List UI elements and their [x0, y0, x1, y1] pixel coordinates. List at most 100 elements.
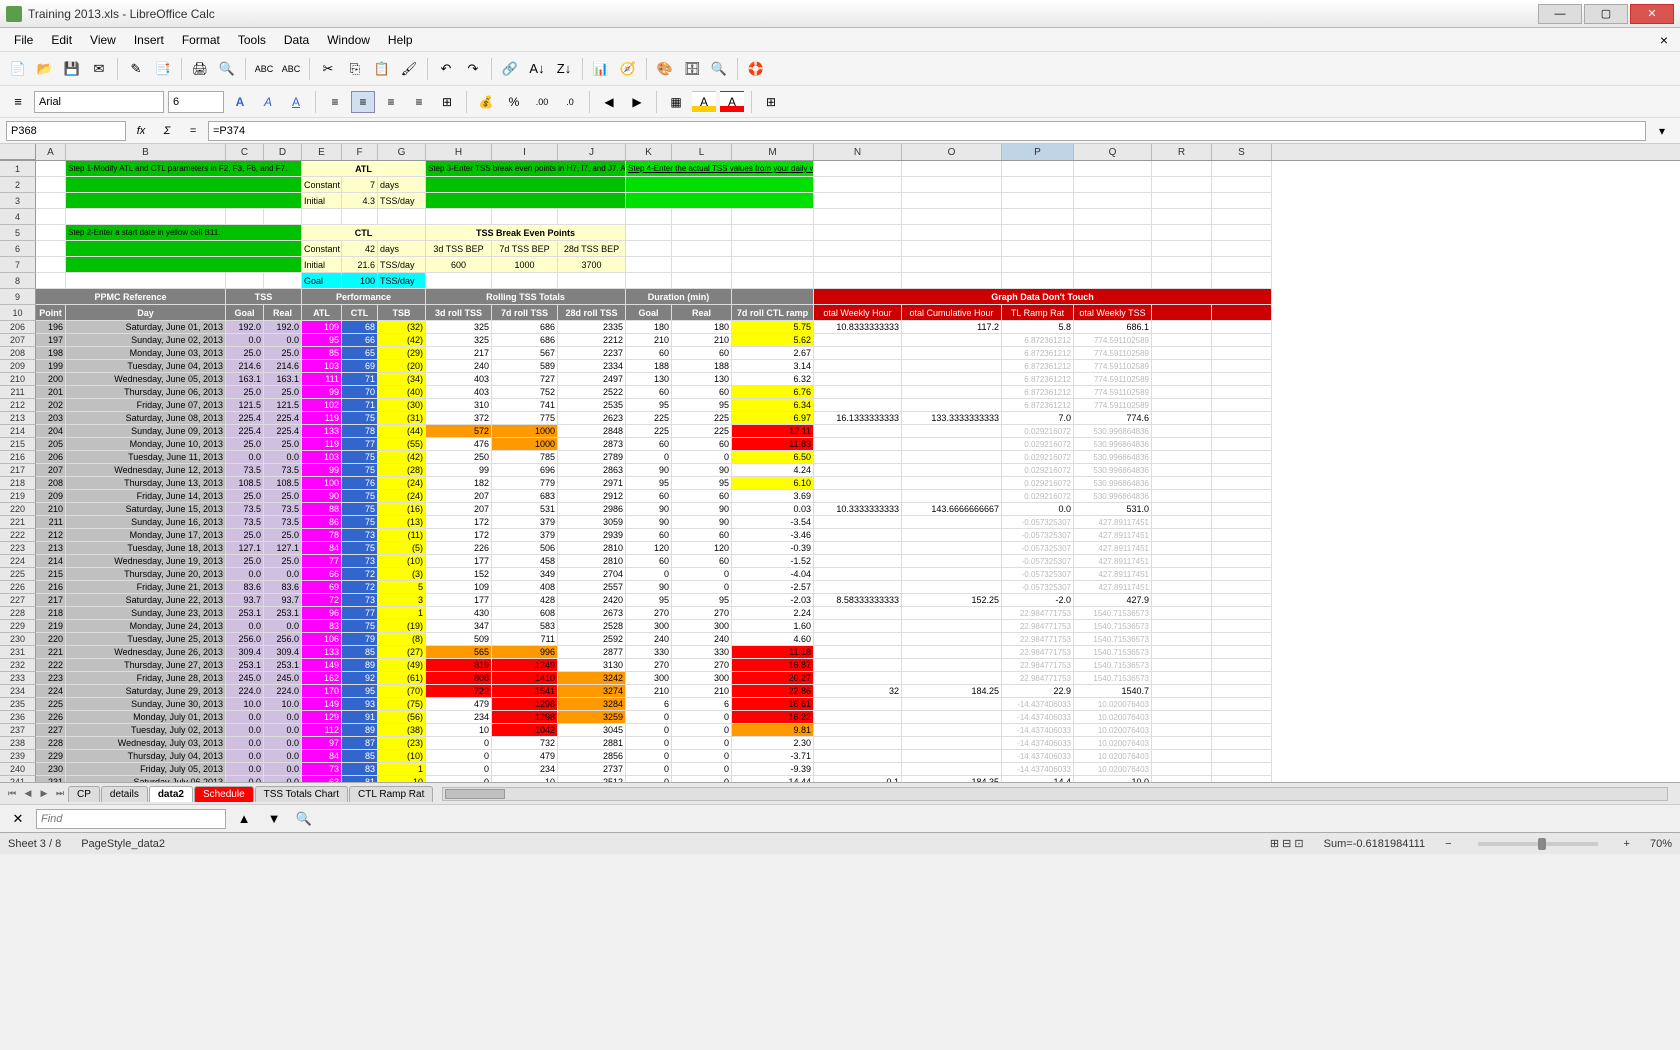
- cell[interactable]: 192.0: [226, 321, 264, 334]
- cell[interactable]: 2737: [558, 763, 626, 776]
- cell[interactable]: -14.4: [1002, 776, 1074, 782]
- cell[interactable]: 97: [302, 737, 342, 750]
- cell[interactable]: 774.591102589: [1074, 399, 1152, 412]
- cell[interactable]: 188: [672, 360, 732, 373]
- cell[interactable]: 608: [492, 607, 558, 620]
- cell[interactable]: 775: [492, 412, 558, 425]
- cell[interactable]: 3259: [558, 711, 626, 724]
- cell[interactable]: ATL: [302, 305, 342, 321]
- cell[interactable]: [1074, 241, 1152, 257]
- cell[interactable]: [226, 209, 264, 225]
- find-prev-icon[interactable]: ▲: [232, 807, 256, 831]
- minimize-button[interactable]: —: [1538, 4, 1582, 24]
- cell[interactable]: 330: [672, 646, 732, 659]
- cell[interactable]: 600: [426, 257, 492, 273]
- cell[interactable]: (49): [378, 659, 426, 672]
- cell[interactable]: (70): [378, 685, 426, 698]
- cell[interactable]: [1152, 763, 1212, 776]
- row-header-230[interactable]: 230: [0, 633, 36, 646]
- cell[interactable]: 0: [626, 776, 672, 782]
- cell[interactable]: 25.0: [226, 347, 264, 360]
- cell[interactable]: 0.0: [226, 711, 264, 724]
- zoom-slider[interactable]: [1478, 842, 1598, 846]
- cell[interactable]: [902, 620, 1002, 633]
- cell[interactable]: 3.69: [732, 490, 814, 503]
- row-header-218[interactable]: 218: [0, 477, 36, 490]
- cell[interactable]: [902, 672, 1002, 685]
- cell[interactable]: [626, 225, 672, 241]
- cell[interactable]: 2623: [558, 412, 626, 425]
- row-header-226[interactable]: 226: [0, 581, 36, 594]
- cell[interactable]: 210: [626, 334, 672, 347]
- cell[interactable]: [732, 273, 814, 289]
- col-header-J[interactable]: J: [558, 144, 626, 160]
- cell[interactable]: 127.1: [264, 542, 302, 555]
- cell[interactable]: 3700: [558, 257, 626, 273]
- col-header-P[interactable]: P: [1002, 144, 1074, 160]
- cell[interactable]: (10): [378, 750, 426, 763]
- cell[interactable]: 32: [814, 685, 902, 698]
- cell[interactable]: 7d roll TSS: [492, 305, 558, 321]
- cell[interactable]: [1212, 347, 1272, 360]
- cell[interactable]: 60: [672, 529, 732, 542]
- cell[interactable]: 1540.71536573: [1074, 659, 1152, 672]
- cell[interactable]: 20.27: [732, 672, 814, 685]
- row-header-3[interactable]: 3: [0, 193, 36, 209]
- cell[interactable]: 6.34: [732, 399, 814, 412]
- preview-icon[interactable]: 🔍: [215, 57, 239, 81]
- cell[interactable]: 686: [492, 334, 558, 347]
- cell[interactable]: 270: [626, 659, 672, 672]
- cell[interactable]: 192.0: [264, 321, 302, 334]
- cell[interactable]: 73: [302, 763, 342, 776]
- cell[interactable]: 205: [36, 438, 66, 451]
- bold-button[interactable]: A: [228, 91, 252, 113]
- cell[interactable]: 11.18: [732, 646, 814, 659]
- cell[interactable]: -0.39: [732, 542, 814, 555]
- cell[interactable]: 172: [426, 529, 492, 542]
- cell[interactable]: -0.057325307: [1002, 529, 1074, 542]
- cell[interactable]: [1152, 737, 1212, 750]
- col-header-S[interactable]: S: [1212, 144, 1272, 160]
- cell[interactable]: 83.6: [226, 581, 264, 594]
- find-input[interactable]: [36, 809, 226, 829]
- cell[interactable]: 184.35: [902, 776, 1002, 782]
- cell[interactable]: [1212, 360, 1272, 373]
- cell[interactable]: 2877: [558, 646, 626, 659]
- cell[interactable]: 90: [672, 516, 732, 529]
- cell[interactable]: [1074, 177, 1152, 193]
- cell[interactable]: 75: [342, 490, 378, 503]
- cell[interactable]: 6.872361212: [1002, 399, 1074, 412]
- col-header-N[interactable]: N: [814, 144, 902, 160]
- cell[interactable]: 6.872361212: [1002, 347, 1074, 360]
- cell[interactable]: 427.89117451: [1074, 516, 1152, 529]
- col-header-R[interactable]: R: [1152, 144, 1212, 160]
- cell[interactable]: [36, 225, 66, 241]
- cell[interactable]: 1298: [492, 711, 558, 724]
- cell[interactable]: 227: [36, 724, 66, 737]
- col-header-O[interactable]: O: [902, 144, 1002, 160]
- cell[interactable]: TSB: [378, 305, 426, 321]
- cell[interactable]: [1152, 399, 1212, 412]
- cell[interactable]: [814, 490, 902, 503]
- cell[interactable]: 2848: [558, 425, 626, 438]
- cell[interactable]: [558, 273, 626, 289]
- grid-button[interactable]: ⊞: [759, 91, 783, 113]
- cell[interactable]: 3059: [558, 516, 626, 529]
- cell[interactable]: [1152, 581, 1212, 594]
- cell[interactable]: Saturday July 06 2013: [66, 776, 226, 782]
- maximize-button[interactable]: ▢: [1584, 4, 1628, 24]
- cell[interactable]: 72: [302, 594, 342, 607]
- cell[interactable]: [902, 763, 1002, 776]
- cell[interactable]: 1540.71536573: [1074, 672, 1152, 685]
- cell-reference-input[interactable]: [6, 121, 126, 141]
- tab-details[interactable]: details: [101, 786, 148, 802]
- cell[interactable]: [1152, 594, 1212, 607]
- cell[interactable]: [426, 273, 492, 289]
- cell[interactable]: (40): [378, 386, 426, 399]
- cell[interactable]: [814, 568, 902, 581]
- cell[interactable]: 3d roll TSS: [426, 305, 492, 321]
- cell[interactable]: 427.89117451: [1074, 555, 1152, 568]
- cell[interactable]: [1152, 607, 1212, 620]
- align-center-button[interactable]: ≡: [351, 91, 375, 113]
- cell[interactable]: [626, 273, 672, 289]
